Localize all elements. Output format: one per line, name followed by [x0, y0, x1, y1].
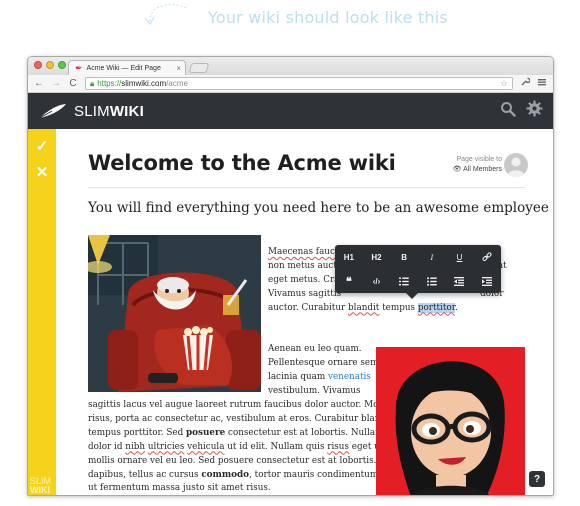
feather-logo-icon [39, 104, 66, 119]
slimwiki-favicon-icon: ✒ [75, 62, 83, 73]
heading-1-button[interactable]: H1 [335, 245, 363, 269]
page-visibility[interactable]: Page visible to 👁︎ All Members [453, 156, 502, 173]
back-button[interactable]: ← [34, 78, 44, 89]
p3-line-3a: tempus porttitor. Sed [88, 427, 187, 438]
p3-line-3b: consectetur est at lobortis. Nullam id [225, 427, 395, 438]
url-scheme: https:// [97, 79, 122, 88]
p2-line-3a: lacinia quam [268, 371, 328, 382]
p1-line-2a: non metus aucto [268, 260, 343, 271]
p1-misspelled-word: blandit [348, 302, 380, 313]
p1-line-4a: Vivamus sagittis [268, 288, 342, 299]
window-controls [34, 61, 66, 69]
quote-icon[interactable]: ❝ [335, 269, 363, 293]
santa-illustration[interactable] [88, 235, 261, 392]
visibility-value: 👁︎ All Members [453, 165, 502, 173]
forward-button[interactable]: → [51, 78, 61, 89]
promo-caption-text: Your wiki should look like this [208, 7, 448, 27]
promo-caption: Your wiki should look like this [140, 2, 448, 32]
editor-content: ✓ ✕ SLIM WIKI Welcome to the Acme wiki P… [28, 129, 553, 495]
p3-line-4b: ut id elit. Nullam quis [224, 441, 328, 452]
avatar[interactable] [504, 153, 528, 177]
p3-line-7: ut fermentum massa justo sit amet risus. [88, 483, 271, 494]
browser-toolbar: ← → C 🔒︎ https://slimwiki.com/acme ☆ [28, 75, 553, 93]
header-actions [500, 100, 543, 122]
wrench-icon[interactable] [520, 77, 531, 90]
p1-line-5c: . [454, 302, 458, 313]
visibility-label: Page visible to [456, 156, 502, 163]
save-check-button[interactable]: ✓ [34, 139, 50, 155]
paragraph-3[interactable]: sagittis lacus vel augue laoreet rutrum … [88, 399, 408, 495]
p3-line-5: mollis ornare vel eu leo. Sed posuere co… [88, 455, 406, 466]
url-host: slimwiki.com [121, 79, 167, 88]
p2-line-2: Pellentesque ornare sem [268, 357, 379, 368]
indent-icon[interactable] [473, 269, 501, 293]
logo-text-slim: SLIM [74, 102, 110, 120]
selected-text: porttitor [417, 302, 455, 313]
new-tab-button[interactable] [188, 63, 210, 73]
p3-bold-posuere: posuere [186, 427, 226, 438]
code-icon[interactable]: ‹/› [363, 269, 391, 293]
p2-line-4: vestibulum. Vivamus [268, 385, 361, 396]
ordered-list-icon[interactable] [390, 269, 418, 293]
p3-misspelled-3: vehicula [187, 441, 225, 452]
p3-line-2: risus, porta ac consectetur ac, vestibul… [88, 413, 393, 424]
visibility-members: All Members [463, 166, 502, 173]
p2-line-1: Aenean eu leo quam. [268, 344, 362, 354]
edit-sidebar: ✓ ✕ SLIM WIKI [28, 129, 56, 495]
p3-line-4a: dolor id [88, 441, 126, 452]
reload-button[interactable]: C [68, 78, 78, 89]
format-toolbar: H1 H2 B I U ❝ ‹/› [335, 245, 501, 299]
help-button[interactable]: ? [529, 471, 545, 487]
p3-line-6a: dapibus, tellus ac cursus [88, 469, 202, 480]
search-icon[interactable] [500, 101, 516, 122]
slimwiki-logo[interactable]: SLIMWIKI [38, 102, 144, 120]
zoom-window-button[interactable] [58, 61, 66, 69]
p3-misspelled-1: nibh [125, 441, 146, 452]
lock-icon: 🔒︎ [90, 78, 95, 88]
p3-line-1: sagittis lacus vel augue laoreet rutrum … [88, 400, 408, 410]
address-bar[interactable]: 🔒︎ https://slimwiki.com/acme ☆ [85, 77, 513, 90]
p3-misspelled-2: ultricies [147, 441, 185, 452]
browser-tab[interactable]: ✒ Acme Wiki — Edit Page × [68, 60, 186, 75]
paragraph-2[interactable]: Aenean eu leo quam. Pellentesque ornare … [268, 343, 379, 399]
page-subtitle[interactable]: You will find everything you need here t… [88, 200, 549, 216]
url-path: /acme [166, 79, 188, 88]
tab-close-icon[interactable]: × [176, 64, 181, 73]
sidebar-brand: SLIM WIKI [30, 477, 51, 495]
cancel-edit-button[interactable]: ✕ [34, 165, 50, 181]
menu-icon[interactable] [537, 77, 547, 90]
page-title[interactable]: Welcome to the Acme wiki [88, 151, 396, 175]
p3-bold-commodo: commodo [201, 469, 250, 480]
sidebar-brand-bottom: WIKI [30, 485, 50, 495]
heading-2-button[interactable]: H2 [363, 245, 391, 269]
tab-title: Acme Wiki — Edit Page [86, 64, 161, 72]
app-header: SLIMWIKI [28, 93, 553, 129]
p1-line-5a: auctor. Curabitur [268, 302, 348, 313]
bold-button[interactable]: B [390, 245, 418, 269]
venenatis-link[interactable]: venenatis [328, 372, 371, 382]
gear-icon[interactable] [526, 100, 543, 122]
link-icon[interactable] [473, 245, 501, 269]
underline-button[interactable]: U [446, 245, 474, 269]
italic-button[interactable]: I [418, 245, 446, 269]
close-window-button[interactable] [34, 61, 42, 69]
bookmark-star-icon[interactable]: ☆ [500, 78, 508, 89]
p1-line-1a: Maecenas faucib [268, 247, 344, 257]
title-divider [88, 187, 525, 188]
minimize-window-button[interactable] [46, 61, 54, 69]
outdent-icon[interactable] [446, 269, 474, 293]
logo-text: SLIMWIKI [74, 103, 144, 120]
browser-window: ✒ Acme Wiki — Edit Page × ← → C 🔒︎ https… [27, 56, 554, 496]
bullet-list-icon[interactable] [418, 269, 446, 293]
p3-misspelled-4: risus [327, 441, 349, 452]
eye-icon: 👁︎ [452, 166, 464, 173]
p1-line-5b: tempus [379, 302, 418, 313]
p1-line-3a: eget metus. Cras [268, 274, 344, 285]
browser-titlebar: ✒ Acme Wiki — Edit Page × [28, 57, 553, 75]
woman-with-glasses-illustration[interactable] [376, 347, 525, 495]
logo-text-wiki: WIKI [109, 102, 144, 120]
curved-arrow-icon [144, 3, 187, 26]
